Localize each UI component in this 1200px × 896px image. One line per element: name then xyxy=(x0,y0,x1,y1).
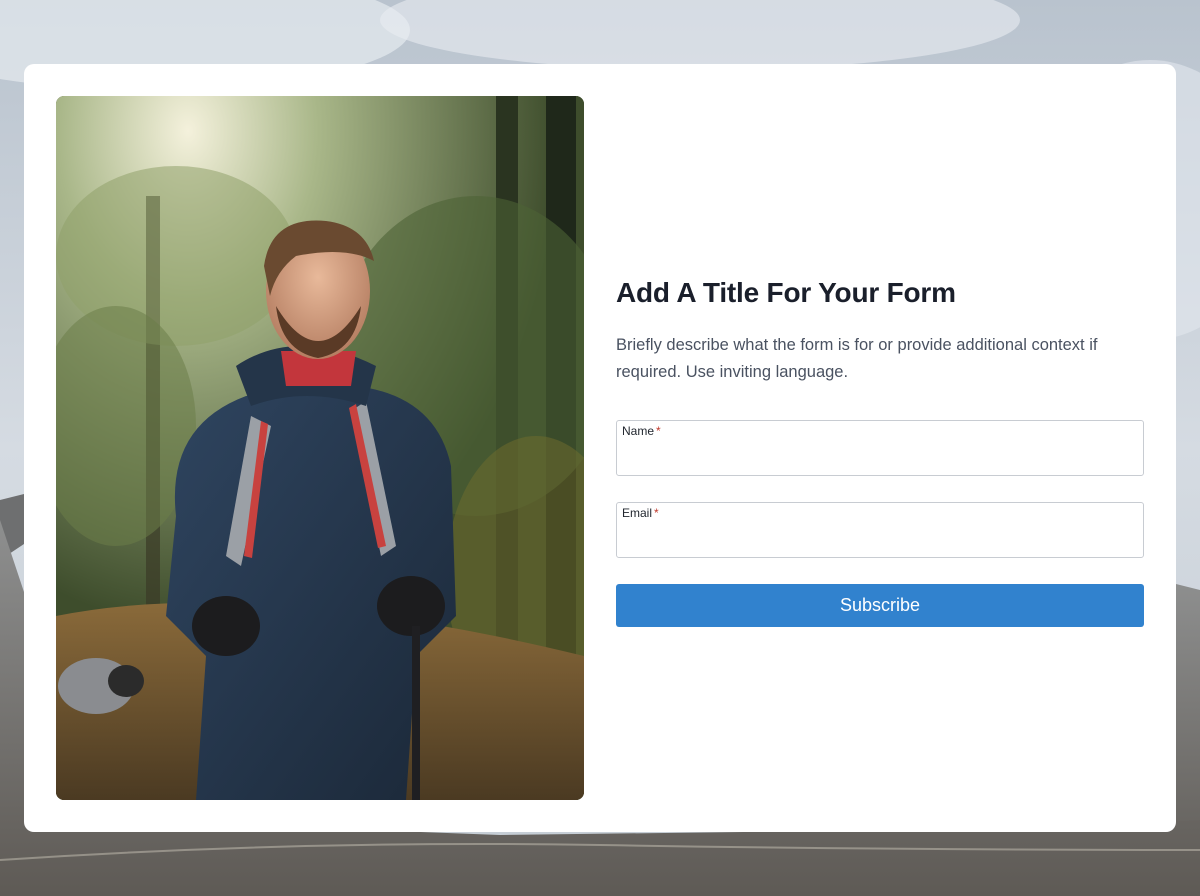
form-description: Briefly describe what the form is for or… xyxy=(616,336,1098,381)
form-card: Add A Title For Your Form Briefly descri… xyxy=(24,64,1176,832)
hiker-photo xyxy=(56,96,584,800)
name-field-label: Name * xyxy=(622,424,661,438)
email-input[interactable] xyxy=(622,527,1138,551)
email-field[interactable]: Email * xyxy=(616,502,1144,558)
email-field-label: Email * xyxy=(622,506,659,520)
form-panel: Add A Title For Your Form Briefly descri… xyxy=(616,274,1144,627)
name-field[interactable]: Name * xyxy=(616,420,1144,476)
required-asterisk: * xyxy=(654,506,659,520)
form-title: Add A Title For Your Form xyxy=(616,277,956,308)
required-asterisk: * xyxy=(656,424,661,438)
name-input[interactable] xyxy=(622,445,1138,469)
subscribe-button[interactable]: Subscribe xyxy=(616,584,1144,627)
